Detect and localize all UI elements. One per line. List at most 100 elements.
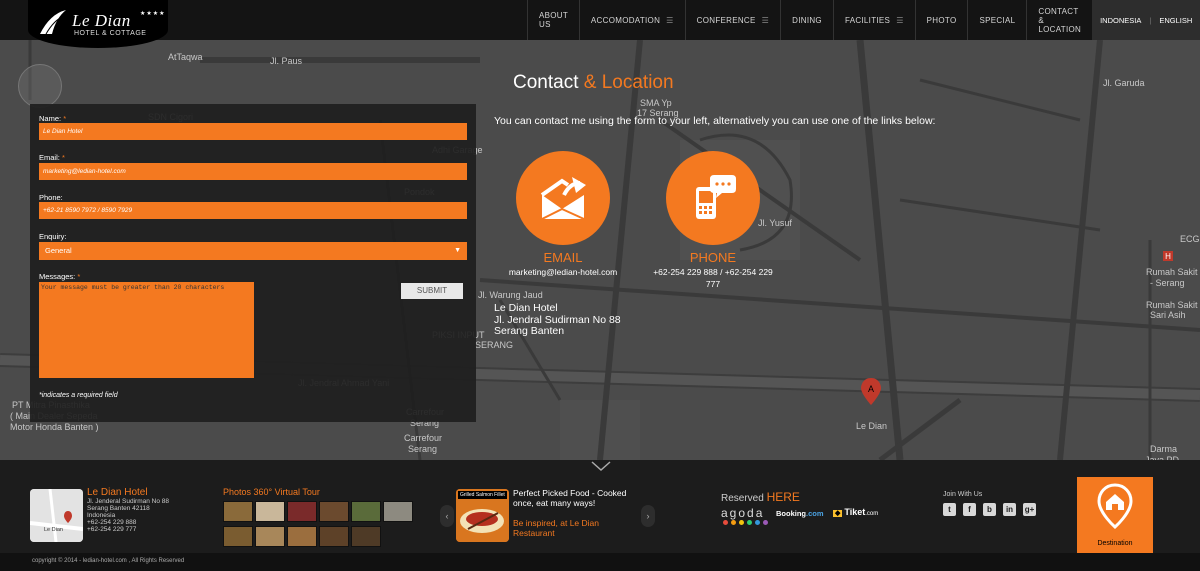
map-label: Jl. Garuda [1103,78,1145,88]
blogger-icon[interactable]: b [983,503,996,516]
nav-label: FACILITIES [844,15,891,25]
nav-about-us[interactable]: ABOUT US [527,0,579,40]
map-label: Jl. Paus [270,56,303,66]
facebook-icon[interactable]: f [963,503,976,516]
tiket-bird-icon: ◆ [833,510,843,517]
map-thumbnail-graphic [30,489,83,542]
promo-image[interactable]: Grilled Salmon Fillet [456,489,509,542]
photo-thumbnail[interactable] [383,501,413,522]
intro-text: You can contact me using the form to you… [494,115,936,127]
photo-thumbnail[interactable] [255,526,285,547]
map-label: Sari Asih [1150,310,1186,320]
tiket-text: Tiket [844,507,866,517]
map-label: Motor Honda Banten ) [10,422,99,432]
booking-com-logo[interactable]: Booking.com [776,509,824,518]
linkedin-icon[interactable]: in [1003,503,1016,516]
map-label: Rumah Sakit [1146,300,1198,310]
map-label: ECG [1180,234,1200,244]
copyright-text: copyright © 2014 - ledian-hotel.com , Al… [32,558,185,564]
agoda-dot [755,520,760,525]
nav-label: SPECIAL [979,15,1016,25]
nav-label: CONTACT & LOCATION [1038,6,1082,34]
photo-thumbnail[interactable] [287,526,317,547]
nav-dining[interactable]: DINING [780,0,833,40]
submenu-icon: ☰ [761,15,770,25]
map-label: Jl. Yusuf [758,218,792,228]
phone-label: PHONE [689,250,737,265]
map-label: Le Dian [856,421,888,431]
chevron-down-icon[interactable] [590,460,612,472]
address-block: Le Dian Hotel Jl. Jendral Sudirman No 88… [494,302,621,338]
submit-button[interactable]: SUBMIT [401,283,463,299]
footer-map-thumbnail[interactable]: Le Dian [30,489,83,542]
destination-button[interactable]: Destination [1077,477,1153,553]
nav-label: ACCOMODATION [590,15,661,25]
promo-next-button[interactable]: › [641,505,655,527]
map-label: Serang [408,444,438,454]
page: A H AtTaqwaJl. DayangJl. PausSMA Yp17 Se… [0,0,1200,571]
nav-facilities[interactable]: FACILITIES ☰ [832,0,915,40]
logo[interactable]: Le Dian ★★★★ HOTEL & COTTAGE [28,0,168,48]
photo-thumbnail[interactable] [351,526,381,547]
name-label-text: Name: [39,114,62,123]
photos-360-title[interactable]: Photos 360° Virtual Tour [223,487,320,497]
address-line: Serang Banten [494,325,565,337]
email-field[interactable]: marketing@ledian-hotel.com [39,163,467,180]
nav-special[interactable]: SPECIAL [967,0,1026,40]
nav-accomodation[interactable]: ACCOMODATION ☰ [578,0,685,40]
tiket-com-logo[interactable]: ◆ Tiket.com [833,507,878,517]
reserved-here-link[interactable]: HERE [767,490,800,504]
map-label: - Serang [1150,278,1185,288]
footer-address-line: +62-254 229 888 [87,519,137,526]
phone-field[interactable]: +62-21 8590 7972 / 8590 7929 [39,202,467,219]
required-note: *indicates a required field [39,392,118,399]
photo-thumbnail[interactable] [223,526,253,547]
name-field[interactable]: Le Dian Hotel [39,123,467,140]
nav-label: ABOUT US [539,11,568,29]
enquiry-select[interactable]: General ▼ [39,242,467,260]
map-label: Jl. Warung Jaud [478,290,543,300]
messages-field[interactable]: Your message must be greater than 20 cha… [39,282,254,378]
map-label: AtTaqwa [168,52,203,62]
phone-circle[interactable] [666,151,760,245]
email-circle[interactable] [516,151,610,245]
reserved-here: Reserved HERE [721,490,800,504]
page-title: Contact & Location [513,72,674,94]
nav-photo[interactable]: PHOTO [914,0,968,40]
submenu-icon: ☰ [896,15,904,25]
phone-value-line-2: 777 [705,279,721,289]
submenu-icon: ☰ [666,15,674,25]
map-pan-control[interactable] [18,64,62,108]
photo-thumbnail[interactable] [255,501,285,522]
agoda-dot [747,520,752,525]
phone-value[interactable]: +62-254 229 888 / +62-254 229 777 [643,266,783,290]
agoda-logo[interactable]: agoda [721,506,764,520]
twitter-icon[interactable]: t [943,503,956,516]
photo-thumbnail[interactable] [223,501,253,522]
reserved-label: Reserved [721,493,764,504]
photo-thumbnail[interactable] [351,501,381,522]
lang-english[interactable]: ENGLISH [1159,16,1192,25]
logo-wing-icon [40,10,66,35]
main-nav: ABOUT US ACCOMODATION ☰ CONFERENCE ☰ DININ… [527,0,1200,40]
map-label: SERANG [475,340,514,350]
nav-contact-location[interactable]: CONTACT & LOCATION [1026,0,1092,40]
nav-label: DINING [792,15,822,25]
footer-address-line: Jl. Jenderal Sudirman No 88 [87,498,170,505]
photo-thumbnail[interactable] [319,526,349,547]
join-with-us-label: Join With Us [943,491,983,498]
promo-prev-button[interactable]: ‹ [440,505,454,527]
agoda-dot [763,520,768,525]
email-value[interactable]: marketing@ledian-hotel.com [493,266,633,278]
map-label: Carrefour [404,433,443,443]
photo-thumbnail[interactable] [287,501,317,522]
logo-name: Le Dian [72,11,131,30]
nav-conference[interactable]: CONFERENCE ☰ [684,0,781,40]
contact-form: Name: * Le Dian Hotel Email: * marketing… [30,104,476,422]
destination-label: Destination [1097,540,1133,547]
language-switcher: INDONESIA | ENGLISH [1092,0,1200,40]
google-plus-icon[interactable]: g+ [1023,503,1036,516]
promo-link[interactable]: Be inspired, at Le Dian Restaurant [513,518,628,538]
photo-thumbnail[interactable] [319,501,349,522]
lang-indonesia[interactable]: INDONESIA [1100,16,1141,25]
